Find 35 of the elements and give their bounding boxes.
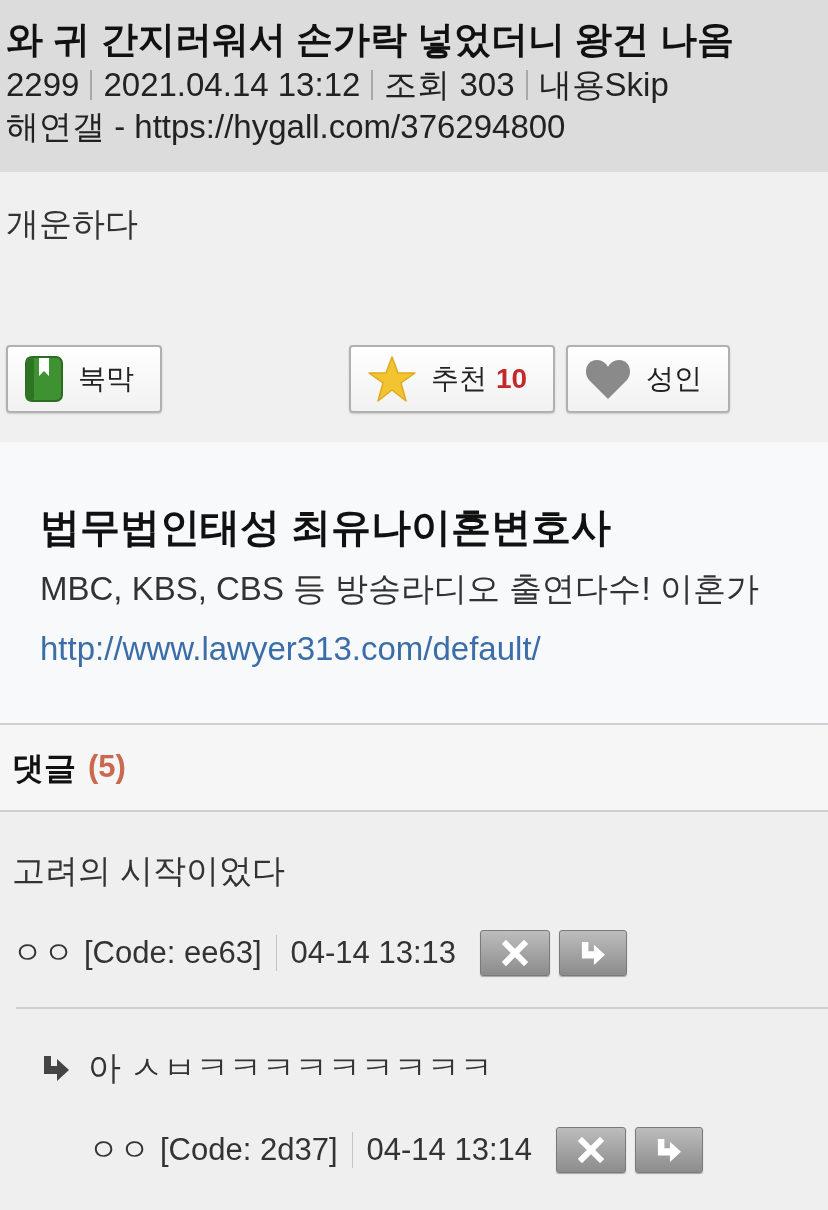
book-icon: [25, 356, 63, 402]
post-text: 개운하다: [6, 204, 139, 244]
post-title: 와 귀 간지러워서 손가락 넣었더니 왕건 나옴: [6, 18, 735, 62]
close-icon: [578, 1137, 604, 1163]
post-meta-item: 2021.04.14 13:12: [103, 65, 361, 106]
comments-heading: 댓글: [12, 748, 76, 788]
reply-button[interactable]: [559, 930, 627, 976]
comment-text: 아 ㅅㅂㅋㅋㅋㅋㅋㅋㅋㅋㅋ: [88, 1048, 494, 1088]
bookmark-button[interactable]: 북막: [6, 345, 162, 413]
comment-author: ㅇㅇ: [12, 933, 74, 972]
post-source: 해연갤 - https://hygall.com/376294800: [6, 107, 567, 147]
recommend-button[interactable]: 추천 10: [349, 345, 556, 413]
star-icon: [368, 356, 416, 402]
comment-text: 고려의 시작이었다: [12, 851, 286, 891]
delete-button[interactable]: [480, 930, 550, 976]
comment-code: [Code: 2d37]: [160, 1130, 338, 1169]
comment-time: 04-14 13:14: [366, 1130, 532, 1169]
ad-title: 법무법인태성 최유나이혼변호사: [40, 504, 613, 551]
reply-arrow-icon: [656, 1138, 682, 1162]
delete-button[interactable]: [556, 1127, 626, 1173]
post-meta-item: 내용Skip: [538, 65, 669, 106]
post-meta-item: 조회 303: [384, 65, 515, 106]
post-meta-item: 2299: [6, 65, 80, 106]
heart-icon: [585, 358, 632, 400]
ad-link[interactable]: http://www.lawyer313.com/default/: [40, 627, 788, 671]
adult-button[interactable]: 성인: [566, 345, 731, 413]
comment-code: [Code: ee63]: [84, 933, 262, 972]
comment-count: (5): [88, 748, 126, 787]
ad-description: MBC, KBS, CBS 등 방송라디오 출연다수! 이혼가: [40, 569, 760, 609]
close-icon: [502, 940, 528, 966]
comment-time: 04-14 13:13: [290, 933, 456, 972]
reply-button[interactable]: [635, 1127, 703, 1173]
comment-author: ㅇㅇ: [88, 1130, 150, 1169]
reply-arrow-icon: [580, 941, 606, 965]
reply-arrow-icon: [42, 1055, 70, 1081]
